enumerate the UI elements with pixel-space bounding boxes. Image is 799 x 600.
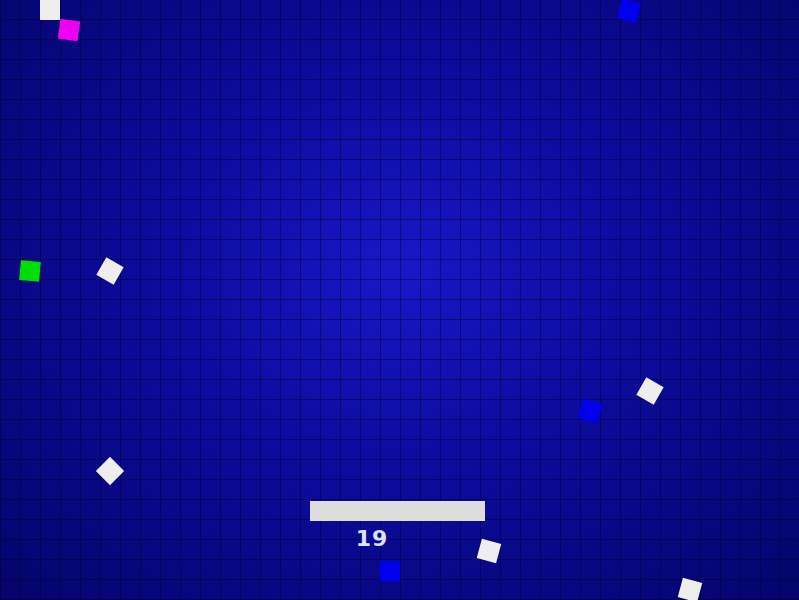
- falling-block: [380, 561, 400, 581]
- game-board: 19: [0, 0, 799, 600]
- falling-block: [96, 457, 124, 485]
- falling-block: [578, 399, 602, 423]
- falling-block: [19, 260, 41, 282]
- falling-block: [477, 539, 501, 563]
- falling-block: [58, 19, 81, 42]
- falling-block: [96, 257, 123, 284]
- falling-block: [678, 578, 702, 600]
- falling-block: [617, 0, 641, 23]
- falling-block: [636, 377, 663, 404]
- score: 19: [340, 524, 404, 554]
- falling-block: [40, 0, 60, 20]
- paddle[interactable]: [310, 501, 485, 521]
